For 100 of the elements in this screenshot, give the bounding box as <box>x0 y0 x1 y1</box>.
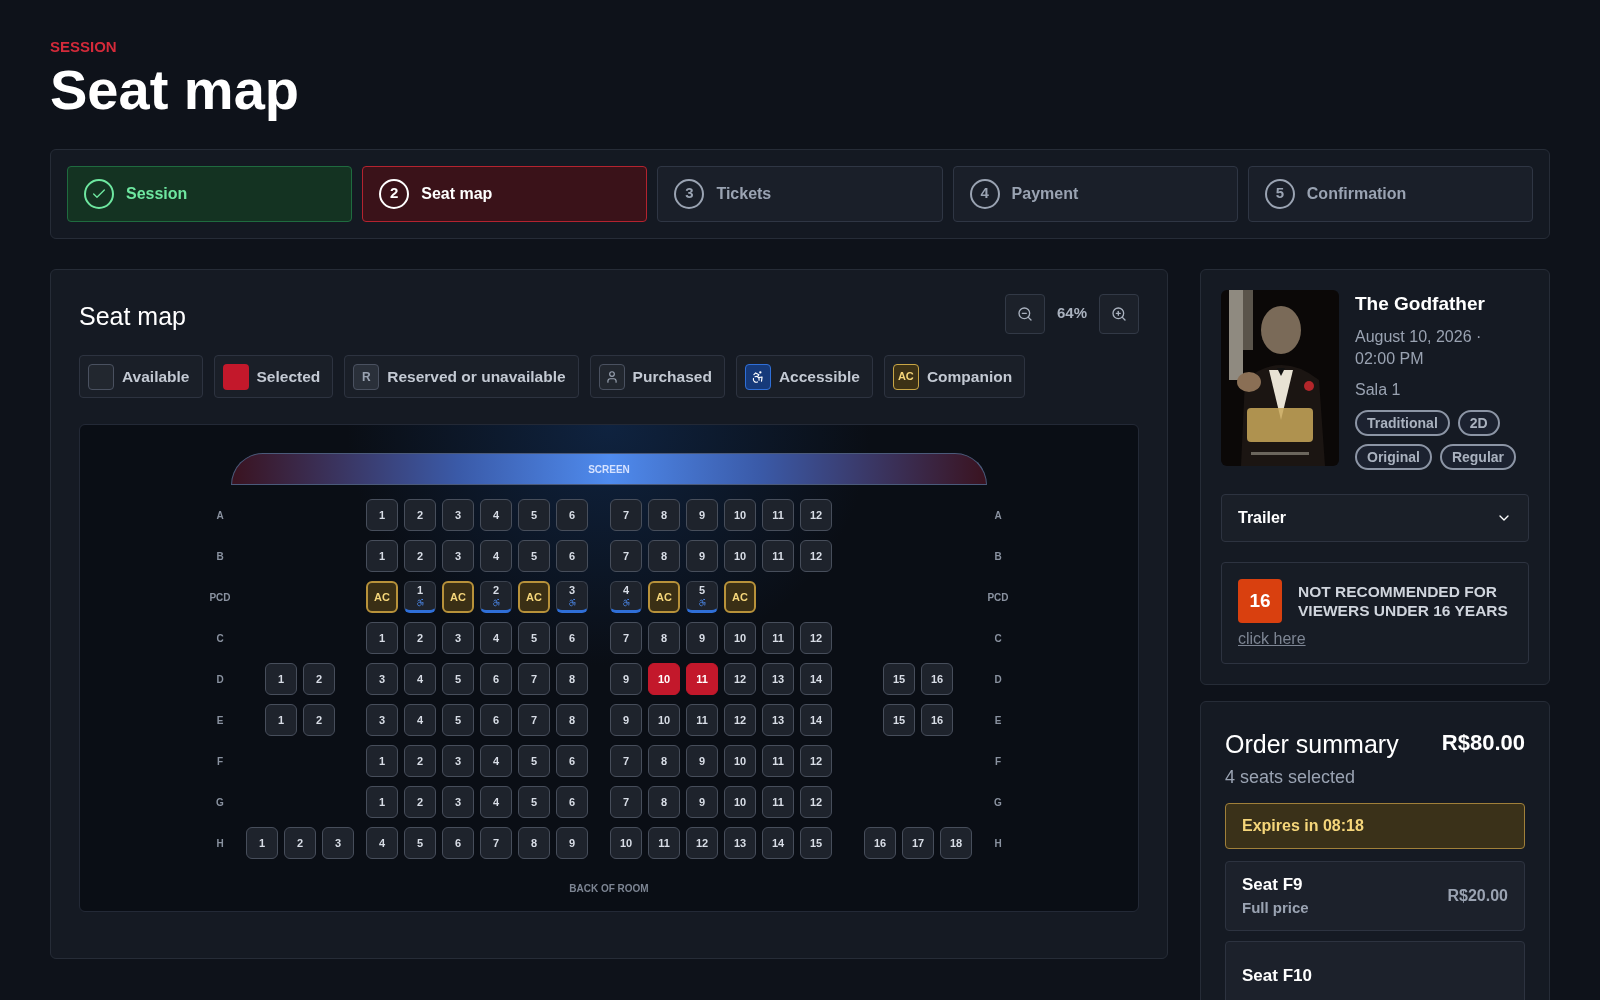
seat[interactable]: 2 <box>303 704 335 736</box>
seat[interactable]: 13 <box>762 663 794 695</box>
seat[interactable]: 3 <box>442 622 474 654</box>
seat[interactable]: 3 <box>442 499 474 531</box>
seat[interactable]: 10 <box>610 827 642 859</box>
accessible-seat[interactable]: 5 <box>686 581 718 613</box>
seat[interactable]: 10 <box>724 745 756 777</box>
seat[interactable]: 1 <box>246 827 278 859</box>
step-tab[interactable]: Session <box>67 165 353 222</box>
info-link[interactable]: click here <box>1238 627 1306 651</box>
seat[interactable]: 6 <box>556 745 588 777</box>
seat[interactable]: 1 <box>366 745 398 777</box>
seat[interactable]: 11 <box>686 663 718 695</box>
seat[interactable]: 12 <box>800 786 832 818</box>
step-tab[interactable]: 4 Payment <box>952 165 1238 222</box>
seat[interactable]: 1 <box>265 663 297 695</box>
seat[interactable]: 15 <box>800 827 832 859</box>
seat[interactable]: 9 <box>686 745 718 777</box>
seat[interactable]: 3 <box>366 663 398 695</box>
seat[interactable]: 10 <box>648 704 680 736</box>
seat[interactable]: 8 <box>648 622 680 654</box>
zoom-in-button[interactable] <box>1099 293 1139 334</box>
seat[interactable]: 12 <box>800 540 832 572</box>
seat[interactable]: 15 <box>883 704 915 736</box>
seat[interactable]: 4 <box>404 663 436 695</box>
step-tab[interactable]: 2 Seat map <box>362 165 648 222</box>
seat[interactable]: 9 <box>686 540 718 572</box>
seat[interactable]: 4 <box>404 704 436 736</box>
seat[interactable]: 1 <box>366 786 398 818</box>
accessible-seat[interactable]: 3 <box>556 581 588 613</box>
seat[interactable]: 10 <box>648 663 680 695</box>
seat[interactable]: 7 <box>480 827 512 859</box>
seat[interactable]: 7 <box>610 499 642 531</box>
seat[interactable]: 11 <box>686 704 718 736</box>
seat[interactable]: 12 <box>724 663 756 695</box>
seat[interactable]: 11 <box>762 745 794 777</box>
seat[interactable]: 8 <box>648 540 680 572</box>
seat[interactable]: 12 <box>686 827 718 859</box>
seat[interactable]: 5 <box>518 745 550 777</box>
seat[interactable]: 12 <box>800 745 832 777</box>
seat[interactable]: 14 <box>800 704 832 736</box>
seat[interactable]: 11 <box>648 827 680 859</box>
seat[interactable]: 10 <box>724 786 756 818</box>
accessible-seat[interactable]: 4 <box>610 581 642 613</box>
seat[interactable]: 4 <box>480 745 512 777</box>
seat[interactable]: 14 <box>800 663 832 695</box>
seat[interactable]: 8 <box>648 499 680 531</box>
seat[interactable]: 6 <box>442 827 474 859</box>
seat[interactable]: 4 <box>480 540 512 572</box>
seat[interactable]: 9 <box>686 499 718 531</box>
seat[interactable]: 2 <box>303 663 335 695</box>
seat[interactable]: 16 <box>921 663 953 695</box>
seat[interactable]: 7 <box>610 622 642 654</box>
accessible-seat[interactable]: 1 <box>404 581 436 613</box>
seat[interactable]: 6 <box>556 540 588 572</box>
seat[interactable]: 8 <box>556 663 588 695</box>
seat[interactable]: 4 <box>480 786 512 818</box>
seat[interactable]: 6 <box>480 663 512 695</box>
seat[interactable]: 9 <box>686 622 718 654</box>
seat[interactable]: 9 <box>556 827 588 859</box>
companion-seat[interactable]: AC <box>724 581 756 613</box>
seat[interactable]: 5 <box>518 499 550 531</box>
seat[interactable]: 18 <box>940 827 972 859</box>
seat[interactable]: 3 <box>322 827 354 859</box>
seat[interactable]: 6 <box>480 704 512 736</box>
seat[interactable]: 5 <box>518 540 550 572</box>
seat[interactable]: 11 <box>762 786 794 818</box>
seat[interactable]: 13 <box>724 827 756 859</box>
seat[interactable]: 6 <box>556 786 588 818</box>
seat[interactable]: 8 <box>518 827 550 859</box>
seat[interactable]: 5 <box>442 704 474 736</box>
seat[interactable]: 6 <box>556 622 588 654</box>
seat[interactable]: 13 <box>762 704 794 736</box>
companion-seat[interactable]: AC <box>442 581 474 613</box>
seat[interactable]: 1 <box>265 704 297 736</box>
seat[interactable]: 10 <box>724 622 756 654</box>
seat[interactable]: 4 <box>480 499 512 531</box>
seat[interactable]: 3 <box>442 786 474 818</box>
accessible-seat[interactable]: 2 <box>480 581 512 613</box>
seat[interactable]: 8 <box>556 704 588 736</box>
seat[interactable]: 8 <box>648 786 680 818</box>
seat[interactable]: 17 <box>902 827 934 859</box>
seat[interactable]: 2 <box>404 745 436 777</box>
seat[interactable]: 3 <box>442 745 474 777</box>
seat[interactable]: 7 <box>610 745 642 777</box>
seat[interactable]: 5 <box>404 827 436 859</box>
seat[interactable]: 5 <box>518 786 550 818</box>
companion-seat[interactable]: AC <box>366 581 398 613</box>
seat[interactable]: 1 <box>366 499 398 531</box>
seat[interactable]: 2 <box>284 827 316 859</box>
companion-seat[interactable]: AC <box>518 581 550 613</box>
seat[interactable]: 1 <box>366 540 398 572</box>
seat[interactable]: 11 <box>762 540 794 572</box>
seat[interactable]: 10 <box>724 540 756 572</box>
seat[interactable]: 3 <box>442 540 474 572</box>
seat[interactable]: 16 <box>921 704 953 736</box>
seat[interactable]: 8 <box>648 745 680 777</box>
seat[interactable]: 2 <box>404 786 436 818</box>
seat[interactable]: 3 <box>366 704 398 736</box>
seat[interactable]: 1 <box>366 622 398 654</box>
